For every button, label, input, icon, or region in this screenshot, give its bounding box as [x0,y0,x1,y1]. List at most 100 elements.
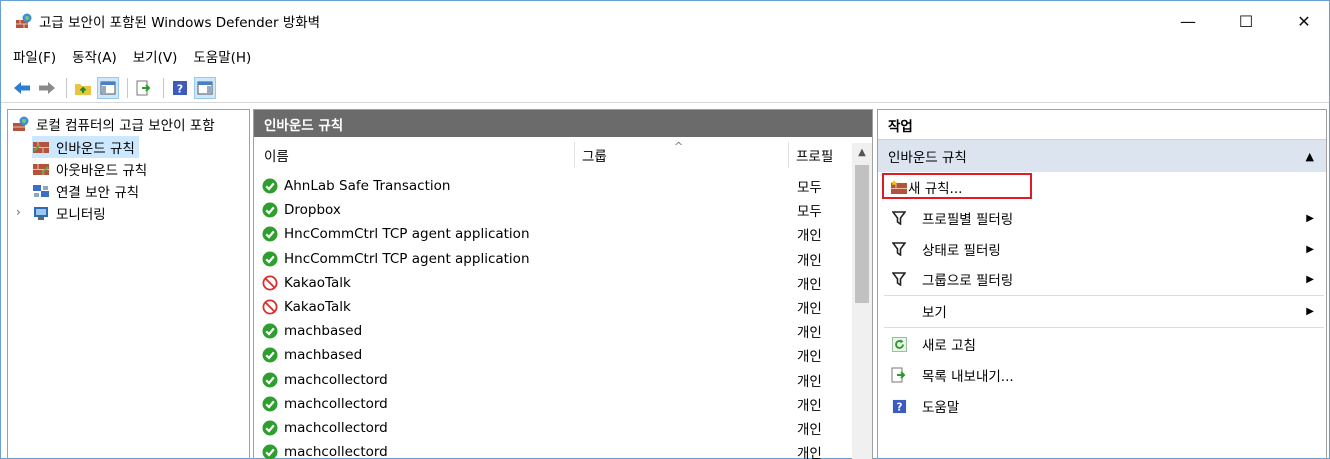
action-export-list[interactable]: 목록 내보내기... [878,363,1326,387]
allow-check-icon [262,420,278,436]
maximize-button[interactable]: ☐ [1217,1,1275,41]
monitoring-icon [32,205,50,221]
action-label: 상태로 필터링 [922,243,1001,259]
rule-profile: 개인 [797,325,822,342]
tree-item-label: 모니터링 [56,207,106,223]
tree-item-label: 아웃바운드 규칙 [56,163,148,179]
tree-item-label: 인바운드 규칙 [56,141,135,157]
console-tree: 로컬 컴퓨터의 고급 보안이 포함 인바운드 규칙 아웃바운드 규칙 연결 보안… [7,109,250,459]
column-divider[interactable] [788,142,789,168]
tree-item-connection-security[interactable]: 연결 보안 규칙 [32,180,139,202]
action-refresh[interactable]: 새로 고침 [878,332,1326,356]
menu-bar: 파일(F) 동작(A) 보기(V) 도움말(H) [1,41,1329,71]
help-icon[interactable]: ? [169,77,191,99]
rule-profile: 개인 [797,422,822,438]
rule-row[interactable]: machcollectord 개인 [262,368,854,392]
help-icon: ? [890,398,908,414]
actions-divider [884,295,1324,296]
rule-name: KakaoTalk [284,299,351,315]
allow-check-icon [262,444,278,459]
submenu-arrow-icon: ▶ [1306,212,1314,224]
minimize-button[interactable]: — [1159,1,1217,41]
firewall-window: 고급 보안이 포함된 Windows Defender 방화벽 — ☐ ✕ 파일… [0,0,1330,459]
actions-group-inbound[interactable]: 인바운드 규칙 ▲ [878,140,1326,172]
actions-header: 작업 [878,110,1326,140]
rule-profile: 개인 [797,252,822,269]
action-help[interactable]: ? 도움말 [878,394,1326,418]
menu-help[interactable]: 도움말(H) [193,46,251,66]
rule-name: KakaoTalk [284,274,351,291]
rule-name: machcollectord [284,395,388,412]
rule-row[interactable]: machcollectord 개인 [262,416,854,440]
rule-row[interactable]: machbased 개인 [262,319,854,343]
rule-profile: 개인 [797,349,822,366]
show-hide-tree-icon[interactable] [97,76,119,99]
svg-text:?: ? [896,401,902,413]
rule-name: machcollectord [284,371,388,388]
rule-name: AhnLab Safe Transaction [284,178,451,194]
rule-row[interactable]: HncCommCtrl TCP agent application 개인 [262,247,854,271]
tree-expander-icon[interactable]: › [16,205,21,219]
vertical-scrollbar[interactable]: ▲ [852,143,872,459]
allow-check-icon [262,202,278,218]
action-new-rule[interactable]: 새 규칙... [878,175,1326,199]
toolbar-separator [66,77,67,98]
rule-profile: 개인 [797,276,822,293]
column-divider[interactable] [574,142,575,168]
toolbar: ? [1,73,1329,103]
rule-name: Dropbox [284,202,341,219]
allow-check-icon [262,178,278,194]
action-label: 도움말 [922,400,960,416]
allow-check-icon [262,372,278,388]
up-folder-icon[interactable] [72,77,94,99]
action-label: 그룹으로 필터링 [922,273,1014,289]
filter-icon [890,241,908,257]
close-button[interactable]: ✕ [1275,1,1330,41]
tree-root-label: 로컬 컴퓨터의 고급 보안이 포함 [36,118,215,134]
menu-action[interactable]: 동작(A) [72,46,117,66]
rule-name: machcollectord [284,444,388,459]
back-arrow-icon[interactable] [11,77,33,99]
rule-row[interactable]: KakaoTalk 개인 [262,295,854,319]
actions-divider [884,327,1324,328]
actions-group-label: 인바운드 규칙 [888,150,967,166]
rule-row[interactable]: machcollectord 개인 [262,440,854,459]
rule-profile: 모두 [797,204,822,221]
scroll-up-icon[interactable]: ▲ [852,143,872,161]
export-icon[interactable] [133,77,155,99]
tree-item-inbound-rules[interactable]: 인바운드 규칙 [32,136,139,158]
action-filter-by-state[interactable]: 상태로 필터링 ▶ [878,237,1326,261]
toolbar-separator [163,77,164,98]
column-header-name[interactable]: 이름 [264,143,574,167]
rule-row[interactable]: KakaoTalk 개인 [262,271,854,295]
rule-row[interactable]: machbased 개인 [262,343,854,367]
action-view[interactable]: 보기 ▶ [878,299,1326,323]
scroll-thumb[interactable] [855,165,869,303]
rules-list-pane: 인바운드 규칙 이름 그룹 ^ 프로필 AhnLab Safe Transact… [253,109,873,459]
block-icon [262,275,278,291]
column-header-profile[interactable]: 프로필 [796,143,850,167]
rule-name: HncCommCtrl TCP agent application [284,226,530,243]
action-pane-icon[interactable] [194,76,216,99]
export-icon [890,367,908,383]
tree-item-outbound-rules[interactable]: 아웃바운드 규칙 [32,158,147,180]
menu-file[interactable]: 파일(F) [13,46,56,66]
filter-icon [890,210,908,226]
tree-item-label: 연결 보안 규칙 [56,185,140,201]
rule-profile: 개인 [797,397,822,414]
rule-row[interactable]: machcollectord 개인 [262,392,854,416]
menu-view[interactable]: 보기(V) [133,46,178,66]
rule-row[interactable]: HncCommCtrl TCP agent application 개인 [262,222,854,246]
block-icon [262,299,278,315]
tree-item-monitoring[interactable]: 모니터링 [32,202,106,224]
tree-root[interactable]: 로컬 컴퓨터의 고급 보안이 포함 [12,113,215,135]
toolbar-separator [127,77,128,98]
forward-arrow-icon[interactable] [36,77,58,99]
firewall-app-icon [12,116,30,132]
collapse-icon[interactable]: ▲ [1306,150,1314,163]
rule-row[interactable]: AhnLab Safe Transaction 모두 [262,174,854,198]
rule-row[interactable]: Dropbox 모두 [262,198,854,222]
action-label: 목록 내보내기... [922,369,1014,385]
action-filter-by-group[interactable]: 그룹으로 필터링 ▶ [878,267,1326,291]
action-filter-by-profile[interactable]: 프로필별 필터링 ▶ [878,206,1326,230]
